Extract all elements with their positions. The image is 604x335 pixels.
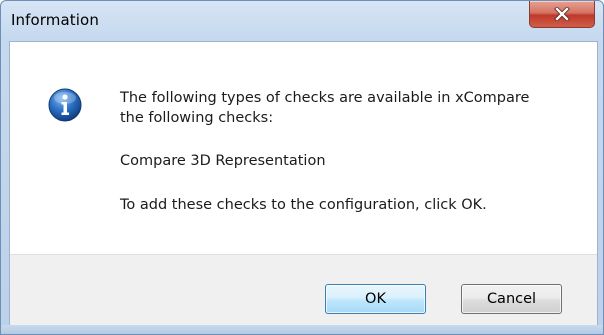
dialog-title: Information: [11, 11, 99, 29]
message-line-1: The following types of checks are availa…: [120, 90, 530, 106]
button-bar: OK Cancel: [10, 254, 597, 326]
message-line-2: the following checks:: [120, 110, 274, 126]
check-item: Compare 3D Representation: [120, 153, 326, 169]
message-area: The following types of checks are availa…: [10, 42, 597, 254]
window-frame-bottom: [1, 325, 603, 334]
dialog-client-area: The following types of checks are availa…: [9, 41, 598, 326]
cancel-button[interactable]: Cancel: [461, 284, 562, 314]
title-bar[interactable]: Information: [1, 1, 603, 41]
information-dialog: Information The following types of check…: [0, 0, 604, 335]
close-icon: [554, 7, 570, 21]
instruction-text: To add these checks to the configuration…: [120, 197, 487, 213]
close-button[interactable]: [529, 1, 595, 28]
ok-button[interactable]: OK: [325, 284, 426, 314]
info-icon: [48, 88, 82, 122]
